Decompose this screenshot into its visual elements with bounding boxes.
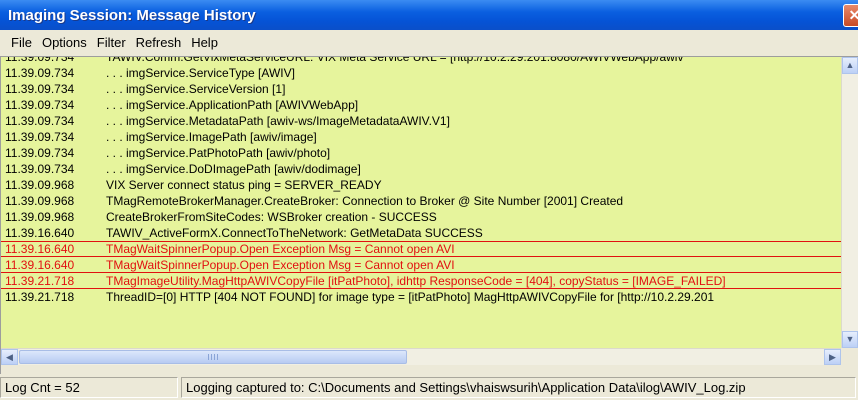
log-message: TAWIV_ActiveFormX.ConnectToTheNetwork: G… (106, 226, 483, 240)
log-line[interactable]: 11.39.09.734 . . . imgService.PatPhotoPat… (1, 145, 841, 161)
log-message: . . . imgService.ServiceVersion [1] (106, 82, 286, 96)
log-timestamp: 11.39.09.968 (5, 194, 75, 208)
log-timestamp: 11.39.21.718 (5, 274, 75, 288)
log-line[interactable]: 11.39.09.968 TMagRemoteBrokerManager.Crea… (1, 193, 841, 209)
log-line[interactable]: 11.39.21.718 ThreadID=[0] HTTP [404 NOT F… (1, 289, 841, 305)
log-message: . . . imgService.ServiceType [AWIV] (106, 66, 295, 80)
menu-options[interactable]: Options (37, 31, 92, 55)
log-line-error[interactable]: 11.39.16.640 TMagWaitSpinnerPopup.Open Ex… (1, 241, 841, 257)
menu-help[interactable]: Help (186, 31, 223, 55)
log-line[interactable]: 11.39.09.734 . . . imgService.Application… (1, 97, 841, 113)
log-message: . . . imgService.PatPhotoPath [awiv/phot… (106, 146, 331, 160)
log-timestamp: 11.39.09.734 (5, 57, 75, 64)
log-panel: 11.39.09.734 TAWIV.Comm.GetVixMetaServic… (0, 56, 858, 374)
log-message: . . . imgService.ApplicationPath [AWIVWe… (106, 98, 359, 112)
message-history-window: Imaging Session: Message History ✕ File O… (0, 0, 858, 400)
window-title: Imaging Session: Message History (8, 7, 256, 24)
log-line[interactable]: 11.39.09.968 CreateBrokerFromSiteCodes: W… (1, 209, 841, 225)
log-message: TMagImageUtility.MagHttpAWIVCopyFile [it… (106, 274, 726, 288)
log-timestamp: 11.39.09.734 (5, 162, 75, 176)
log-timestamp: 11.39.09.734 (5, 114, 75, 128)
vertical-scrollbar[interactable]: ▲ ▼ (841, 57, 858, 348)
scroll-right-arrow-icon[interactable]: ▶ (824, 349, 841, 365)
scroll-left-arrow-icon[interactable]: ◀ (1, 349, 18, 365)
log-line[interactable]: 11.39.16.640 TAWIV_ActiveFormX.ConnectToT… (1, 225, 841, 241)
log-message: CreateBrokerFromSiteCodes: WSBroker crea… (106, 210, 437, 224)
menu-file[interactable]: File (6, 31, 37, 55)
log-message: TMagWaitSpinnerPopup.Open Exception Msg … (106, 242, 455, 256)
log-message: TAWIV.Comm.GetVixMetaServiceURL: VIX Met… (106, 57, 684, 64)
log-timestamp: 11.39.16.640 (5, 242, 75, 256)
log-timestamp: 11.39.09.734 (5, 130, 75, 144)
menu-filter[interactable]: Filter (92, 31, 131, 55)
log-line[interactable]: 11.39.09.734 . . . imgService.MetadataPat… (1, 113, 841, 129)
log-timestamp: 11.39.09.734 (5, 82, 75, 96)
log-line-error[interactable]: 11.39.16.640 TMagWaitSpinnerPopup.Open Ex… (1, 257, 841, 273)
log-message: TMagRemoteBrokerManager.CreateBroker: Co… (106, 194, 624, 208)
log-message: VIX Server connect status ping = SERVER_… (106, 178, 382, 192)
menu-refresh[interactable]: Refresh (131, 31, 187, 55)
close-button[interactable]: ✕ (843, 4, 858, 27)
title-bar[interactable]: Imaging Session: Message History ✕ (0, 0, 858, 30)
log-message: . . . imgService.MetadataPath [awiv-ws/I… (106, 114, 450, 128)
scroll-grip-icon (208, 354, 218, 360)
horizontal-scroll-thumb[interactable] (19, 350, 407, 364)
log-message: ThreadID=[0] HTTP [404 NOT FOUND] for im… (106, 290, 715, 304)
log-message: TMagWaitSpinnerPopup.Open Exception Msg … (106, 258, 455, 272)
log-line[interactable]: 11.39.09.734 . . . imgService.ImagePath [… (1, 129, 841, 145)
log-line[interactable]: 11.39.09.734 . . . imgService.DoDImagePat… (1, 161, 841, 177)
log-timestamp: 11.39.16.640 (5, 258, 75, 272)
log-line[interactable]: 11.39.09.734 . . . imgService.ServiceType… (1, 65, 841, 81)
scroll-up-arrow-icon[interactable]: ▲ (842, 57, 858, 74)
log-timestamp: 11.39.16.640 (5, 226, 75, 240)
log-timestamp: 11.39.21.718 (5, 290, 75, 304)
log-timestamp: 11.39.09.734 (5, 98, 75, 112)
horizontal-scrollbar[interactable]: ◀ ▶ (1, 348, 841, 365)
scroll-down-arrow-icon[interactable]: ▼ (842, 331, 858, 348)
log-timestamp: 11.39.09.968 (5, 178, 75, 192)
log-line-error[interactable]: 11.39.21.718 TMagImageUtility.MagHttpAWIV… (1, 273, 841, 289)
log-path-panel: Logging captured to: C:\Documents and Se… (181, 377, 856, 398)
log-message: . . . imgService.DoDImagePath [awiv/dodi… (106, 162, 361, 176)
log-list[interactable]: 11.39.09.734 TAWIV.Comm.GetVixMetaServic… (1, 57, 841, 348)
log-timestamp: 11.39.09.734 (5, 146, 75, 160)
log-message: . . . imgService.ImagePath [awiv/image] (106, 130, 317, 144)
menu-bar: File Options Filter Refresh Help (0, 31, 858, 55)
status-bar: Log Cnt = 52 Logging captured to: C:\Doc… (0, 375, 858, 400)
log-line[interactable]: 11.39.09.734 . . . imgService.ServiceVers… (1, 81, 841, 97)
log-timestamp: 11.39.09.734 (5, 66, 75, 80)
log-count-panel: Log Cnt = 52 (0, 377, 178, 398)
log-timestamp: 11.39.09.968 (5, 210, 75, 224)
log-line-partial[interactable]: 11.39.09.734 TAWIV.Comm.GetVixMetaServic… (1, 57, 841, 65)
log-line[interactable]: 11.39.09.968 VIX Server connect status pi… (1, 177, 841, 193)
